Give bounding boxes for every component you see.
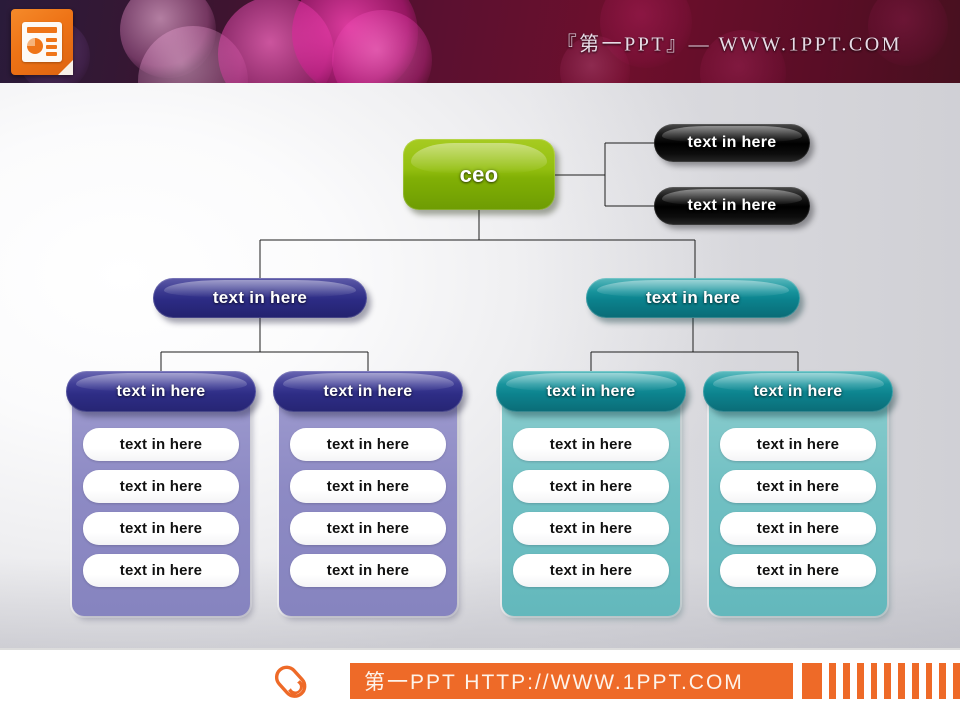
list-item[interactable]: text in here	[290, 470, 446, 503]
list-item[interactable]: text in here	[720, 512, 876, 545]
bokeh-circle	[120, 0, 216, 78]
list-item-label: text in here	[326, 478, 410, 495]
list-item[interactable]: text in here	[513, 470, 669, 503]
footer-stripe	[898, 663, 905, 699]
list-item-label: text in here	[326, 562, 410, 579]
slide: 『第一PPT』— WWW.1PPT.COM ceo text in here t…	[0, 0, 960, 720]
footer-stripe	[884, 663, 892, 699]
footer-stripe	[925, 663, 933, 699]
column-3: text in here text in here text in here t…	[496, 371, 686, 616]
column-1-header-label: text in here	[116, 382, 206, 400]
logo-pie-shape	[27, 38, 43, 54]
list-item[interactable]: text in here	[513, 428, 669, 461]
logo-document-shape	[22, 22, 62, 62]
bokeh-circle	[292, 0, 418, 83]
list-item[interactable]: text in here	[83, 428, 239, 461]
list-item[interactable]: text in here	[83, 512, 239, 545]
column-2-items: text in here text in here text in here t…	[290, 428, 446, 596]
column-4-items: text in here text in here text in here t…	[720, 428, 876, 596]
list-item-label: text in here	[326, 520, 410, 537]
footer-stripes	[802, 663, 960, 699]
footer-stripe	[856, 663, 864, 699]
column-4-header[interactable]: text in here	[703, 371, 893, 412]
list-item[interactable]: text in here	[83, 554, 239, 587]
node-staff-2-label: text in here	[687, 197, 777, 214]
column-1-header[interactable]: text in here	[66, 371, 256, 412]
column-2-header[interactable]: text in here	[273, 371, 463, 412]
footer-divider	[0, 648, 960, 650]
footer-stripe	[802, 663, 823, 699]
node-ceo[interactable]: ceo	[403, 139, 555, 210]
list-item-label: text in here	[756, 436, 840, 453]
list-item[interactable]: text in here	[290, 554, 446, 587]
list-item-label: text in here	[756, 520, 840, 537]
node-ceo-label: ceo	[459, 161, 499, 187]
bokeh-circle	[332, 10, 432, 83]
list-item[interactable]: text in here	[720, 470, 876, 503]
list-item[interactable]: text in here	[290, 428, 446, 461]
list-item[interactable]: text in here	[83, 470, 239, 503]
node-branch-1-label: text in here	[212, 288, 308, 307]
pen-icon	[274, 665, 307, 698]
column-4-header-label: text in here	[753, 382, 843, 400]
column-3-header-label: text in here	[546, 382, 636, 400]
footer-stripe	[953, 663, 960, 699]
bokeh-circle	[218, 0, 334, 83]
list-item-label: text in here	[549, 478, 633, 495]
list-item[interactable]: text in here	[720, 428, 876, 461]
node-staff-1-label: text in here	[687, 134, 777, 151]
footer-stripe	[829, 663, 837, 699]
node-staff-1[interactable]: text in here	[654, 124, 810, 162]
footer-stripe	[870, 663, 878, 699]
list-item-label: text in here	[549, 520, 633, 537]
list-item-label: text in here	[326, 436, 410, 453]
bokeh-circle	[138, 26, 248, 83]
list-item-label: text in here	[119, 478, 203, 495]
footer-stripe	[939, 663, 947, 699]
node-branch-2[interactable]: text in here	[586, 278, 800, 318]
column-3-items: text in here text in here text in here t…	[513, 428, 669, 596]
powerpoint-file-icon	[11, 9, 73, 75]
list-item-label: text in here	[119, 436, 203, 453]
header-brand-text: 『第一PPT』— WWW.1PPT.COM	[556, 33, 902, 55]
header-banner: 『第一PPT』— WWW.1PPT.COM	[0, 0, 960, 83]
list-item[interactable]: text in here	[720, 554, 876, 587]
node-branch-1[interactable]: text in here	[153, 278, 367, 318]
list-item[interactable]: text in here	[290, 512, 446, 545]
list-item-label: text in here	[756, 562, 840, 579]
list-item-label: text in here	[549, 436, 633, 453]
list-item[interactable]: text in here	[513, 512, 669, 545]
column-1: text in here text in here text in here t…	[66, 371, 256, 616]
list-item-label: text in here	[549, 562, 633, 579]
list-item[interactable]: text in here	[513, 554, 669, 587]
list-item-label: text in here	[119, 562, 203, 579]
footer-bar: 第一PPT HTTP://WWW.1PPT.COM	[350, 663, 793, 699]
list-item-label: text in here	[756, 478, 840, 495]
column-2: text in here text in here text in here t…	[273, 371, 463, 616]
column-3-header[interactable]: text in here	[496, 371, 686, 412]
footer-stripe	[911, 663, 919, 699]
column-1-items: text in here text in here text in here t…	[83, 428, 239, 596]
node-staff-2[interactable]: text in here	[654, 187, 810, 225]
footer-text: 第一PPT HTTP://WWW.1PPT.COM	[364, 671, 744, 694]
node-branch-2-label: text in here	[645, 288, 741, 307]
column-2-header-label: text in here	[323, 382, 413, 400]
column-4: text in here text in here text in here t…	[703, 371, 893, 616]
list-item-label: text in here	[119, 520, 203, 537]
footer-stripe	[843, 663, 850, 699]
